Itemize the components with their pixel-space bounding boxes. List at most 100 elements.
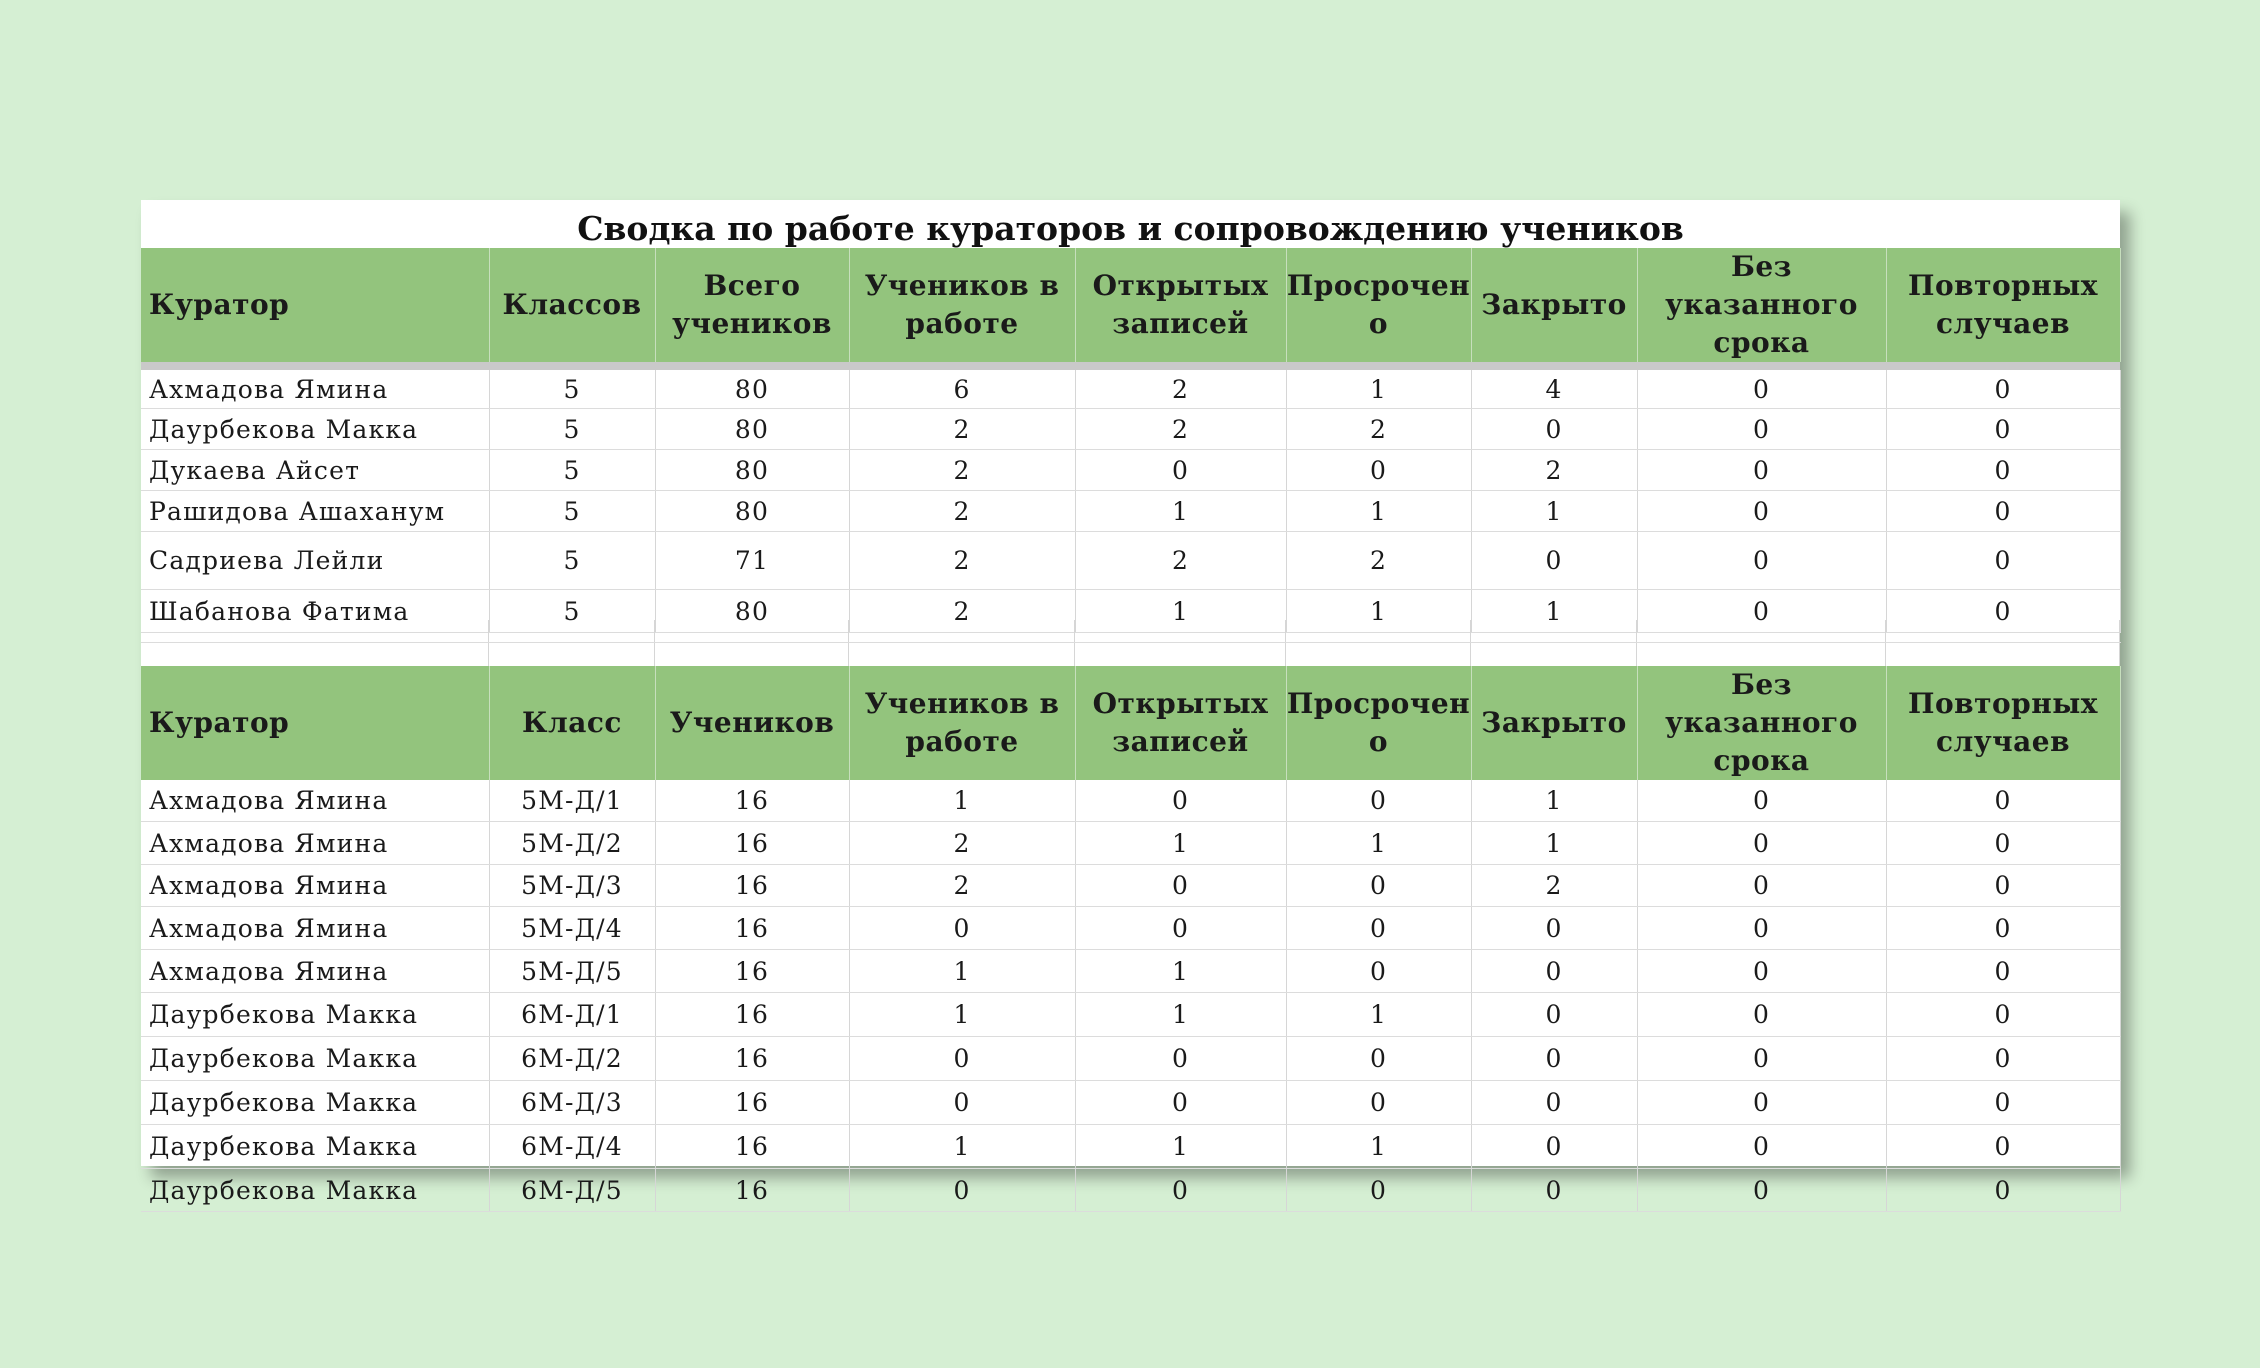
table-cell[interactable]: 0: [1471, 906, 1638, 950]
table-cell[interactable]: 0: [1471, 1080, 1638, 1125]
table-cell[interactable]: 0: [1886, 992, 2121, 1037]
table-cell[interactable]: 0: [1075, 1168, 1287, 1212]
curator-cell[interactable]: Даурбекова Макка: [141, 1168, 490, 1212]
curator-cell[interactable]: Ахмадова Ямина: [141, 780, 490, 822]
table-cell[interactable]: 1: [1471, 490, 1638, 532]
table-cell[interactable]: 16: [655, 992, 850, 1037]
table-cell[interactable]: 1: [1075, 1124, 1287, 1169]
table-cell[interactable]: 5: [489, 370, 656, 409]
table-cell[interactable]: 0: [1886, 1168, 2121, 1212]
table-cell[interactable]: 0: [1637, 1036, 1887, 1081]
table-cell[interactable]: 1: [849, 949, 1076, 993]
table-cell[interactable]: 0: [1886, 449, 2121, 491]
table-cell[interactable]: 16: [655, 821, 850, 865]
table-cell[interactable]: 2: [849, 408, 1076, 450]
table-cell[interactable]: 0: [1637, 906, 1887, 950]
curator-cell[interactable]: Рашидова Ашаханум: [141, 490, 490, 532]
table-cell[interactable]: 0: [1286, 864, 1472, 907]
curator-cell[interactable]: Ахмадова Ямина: [141, 949, 490, 993]
table-cell[interactable]: 1: [1286, 490, 1472, 532]
table-cell[interactable]: 0: [1637, 992, 1887, 1037]
table-cell[interactable]: 6М-Д/2: [489, 1036, 656, 1081]
curator-cell[interactable]: Садриева Лейли: [141, 531, 490, 590]
table-cell[interactable]: 0: [1637, 949, 1887, 993]
table-cell[interactable]: 5М-Д/1: [489, 780, 656, 822]
table-cell[interactable]: 0: [1286, 906, 1472, 950]
table-cell[interactable]: 5: [489, 531, 656, 590]
table-cell[interactable]: 71: [655, 531, 850, 590]
table-cell[interactable]: 0: [1286, 1036, 1472, 1081]
table-cell[interactable]: 2: [1075, 408, 1287, 450]
table-cell[interactable]: 6М-Д/4: [489, 1124, 656, 1169]
curator-cell[interactable]: Даурбекова Макка: [141, 1036, 490, 1081]
table-cell[interactable]: 0: [1886, 821, 2121, 865]
table-cell[interactable]: 0: [1286, 780, 1472, 822]
table-cell[interactable]: 0: [1886, 490, 2121, 532]
table-cell[interactable]: 0: [1637, 1168, 1887, 1212]
table-cell[interactable]: 5: [489, 449, 656, 491]
table-cell[interactable]: 5: [489, 408, 656, 450]
table-cell[interactable]: 0: [1637, 408, 1887, 450]
table-cell[interactable]: 1: [1075, 992, 1287, 1037]
table-cell[interactable]: 0: [1886, 949, 2121, 993]
table-cell[interactable]: 0: [849, 1168, 1076, 1212]
table-cell[interactable]: 80: [655, 408, 850, 450]
curator-cell[interactable]: Даурбекова Макка: [141, 992, 490, 1037]
table-cell[interactable]: 0: [1637, 1124, 1887, 1169]
table-cell[interactable]: 80: [655, 370, 850, 409]
curator-cell[interactable]: Ахмадова Ямина: [141, 864, 490, 907]
table-cell[interactable]: 2: [849, 864, 1076, 907]
table-cell[interactable]: 2: [849, 490, 1076, 532]
table-cell[interactable]: 0: [1886, 1036, 2121, 1081]
table-cell[interactable]: 0: [1886, 864, 2121, 907]
table-cell[interactable]: 16: [655, 780, 850, 822]
table-cell[interactable]: 0: [1637, 780, 1887, 822]
table-cell[interactable]: 0: [1286, 949, 1472, 993]
table-cell[interactable]: 2: [1075, 370, 1287, 409]
table-cell[interactable]: 0: [1471, 992, 1638, 1037]
table-cell[interactable]: 0: [1886, 370, 2121, 409]
table-cell[interactable]: 0: [1637, 1080, 1887, 1125]
table-cell[interactable]: 0: [1471, 408, 1638, 450]
table-cell[interactable]: 2: [849, 449, 1076, 491]
table-cell[interactable]: 5М-Д/3: [489, 864, 656, 907]
table-cell[interactable]: 1: [1286, 1124, 1472, 1169]
table-cell[interactable]: 5: [489, 490, 656, 532]
table-cell[interactable]: 80: [655, 449, 850, 491]
curator-cell[interactable]: Ахмадова Ямина: [141, 370, 490, 409]
table-cell[interactable]: 4: [1471, 370, 1638, 409]
table-cell[interactable]: 0: [1471, 949, 1638, 993]
table-cell[interactable]: 1: [1075, 821, 1287, 865]
table-cell[interactable]: 5М-Д/4: [489, 906, 656, 950]
table-cell[interactable]: 5М-Д/2: [489, 821, 656, 865]
table-cell[interactable]: 2: [1075, 531, 1287, 590]
table-cell[interactable]: 0: [1637, 531, 1887, 590]
table-cell[interactable]: 0: [1075, 1036, 1287, 1081]
table-cell[interactable]: 0: [1471, 531, 1638, 590]
table-cell[interactable]: 2: [849, 531, 1076, 590]
curator-cell[interactable]: Даурбекова Макка: [141, 408, 490, 450]
curator-cell[interactable]: Ахмадова Ямина: [141, 821, 490, 865]
table-cell[interactable]: 0: [1286, 1168, 1472, 1212]
table-cell[interactable]: 6: [849, 370, 1076, 409]
table-cell[interactable]: 1: [1471, 821, 1638, 865]
curator-cell[interactable]: Даурбекова Макка: [141, 1080, 490, 1125]
table-cell[interactable]: 6М-Д/3: [489, 1080, 656, 1125]
table-cell[interactable]: 0: [849, 1080, 1076, 1125]
table-cell[interactable]: 0: [1471, 1036, 1638, 1081]
table-cell[interactable]: 5М-Д/5: [489, 949, 656, 993]
table-cell[interactable]: 0: [849, 1036, 1076, 1081]
table-cell[interactable]: 16: [655, 1124, 850, 1169]
table-cell[interactable]: 6М-Д/5: [489, 1168, 656, 1212]
table-cell[interactable]: 0: [1075, 906, 1287, 950]
table-cell[interactable]: 2: [1471, 864, 1638, 907]
table-cell[interactable]: 2: [1286, 531, 1472, 590]
table-cell[interactable]: 0: [1637, 821, 1887, 865]
table-cell[interactable]: 0: [849, 906, 1076, 950]
table-cell[interactable]: 16: [655, 1036, 850, 1081]
table-cell[interactable]: 0: [1886, 906, 2121, 950]
curator-cell[interactable]: Даурбекова Макка: [141, 1124, 490, 1169]
table-cell[interactable]: 0: [1886, 408, 2121, 450]
table-cell[interactable]: 2: [849, 821, 1076, 865]
table-cell[interactable]: 1: [1075, 949, 1287, 993]
